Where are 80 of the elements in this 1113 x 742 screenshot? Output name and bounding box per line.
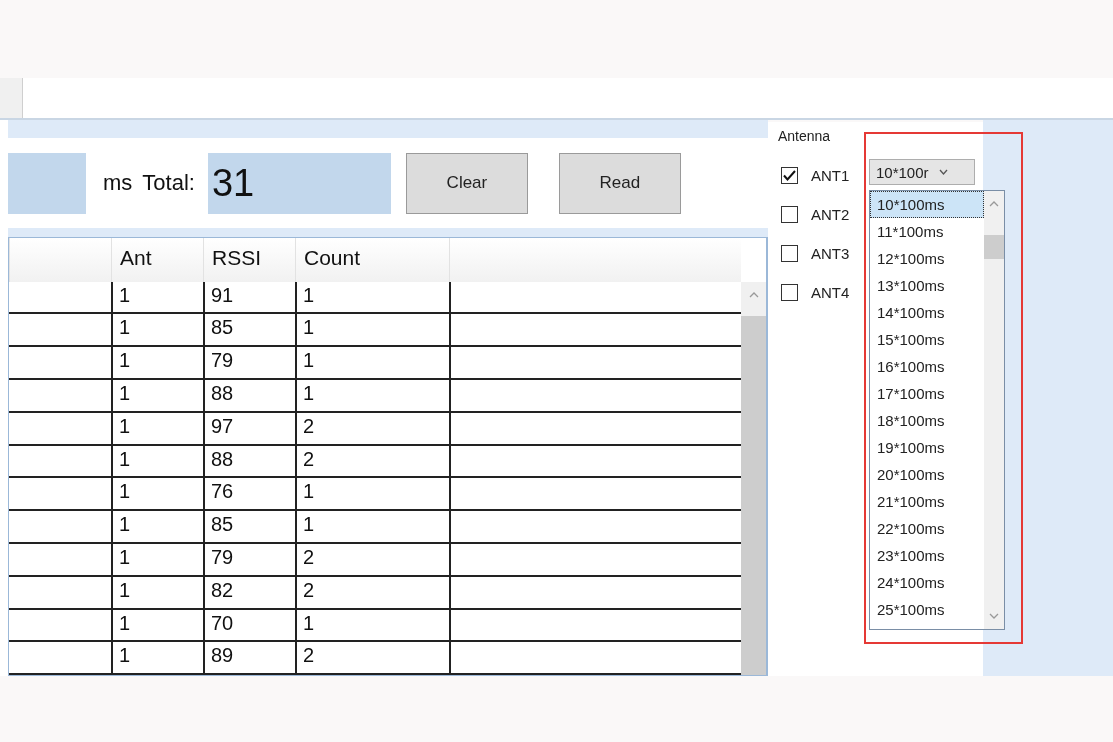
dropdown-option[interactable]: 16*100ms — [870, 353, 984, 380]
dropdown-option[interactable]: 20*100ms — [870, 461, 984, 488]
interval-dropdown[interactable]: 10*100r — [869, 159, 975, 185]
table-cell: 1 — [111, 347, 203, 379]
table-cell: 1 — [111, 642, 203, 674]
table-cell: 1 — [295, 281, 449, 313]
table-cell: 1 — [111, 478, 203, 510]
table-cell: 2 — [295, 543, 449, 575]
checkbox[interactable] — [781, 166, 798, 184]
dropdown-option[interactable]: 11*100ms — [870, 218, 984, 245]
dropdown-option[interactable]: 18*100ms — [870, 407, 984, 434]
chevron-icon — [938, 169, 948, 175]
scroll-up-icon[interactable] — [748, 292, 759, 298]
scroll-thumb[interactable] — [741, 316, 766, 675]
table-cell: 2 — [295, 642, 449, 674]
table-cell: 1 — [295, 380, 449, 411]
scrollbar[interactable] — [741, 238, 766, 675]
dropdown-option[interactable]: 14*100ms — [870, 299, 984, 326]
scroll-up-icon[interactable] — [989, 201, 999, 207]
total-label: Total: — [142, 170, 195, 196]
table-cell: 85 — [203, 314, 295, 346]
dropdown-option[interactable]: 21*100ms — [870, 488, 984, 515]
table-cell: 1 — [111, 412, 203, 444]
table-cell: 1 — [111, 609, 203, 641]
checkbox[interactable] — [781, 244, 798, 262]
table-cell: 79 — [203, 543, 295, 575]
dropdown-option[interactable]: 15*100ms — [870, 326, 984, 353]
dropdown-option[interactable]: 17*100ms — [870, 380, 984, 407]
table-cell: 1 — [111, 380, 203, 411]
checkbox[interactable] — [781, 205, 798, 223]
table-cell: 1 — [295, 347, 449, 379]
dropdown-option[interactable]: 12*100ms — [870, 245, 984, 272]
table-cell: 70 — [203, 609, 295, 641]
checkbox-label: ANT3 — [811, 244, 850, 262]
total-field[interactable]: 31 — [207, 152, 391, 214]
period-field[interactable] — [8, 152, 86, 214]
table-cell: 1 — [111, 576, 203, 608]
dropdown-option[interactable]: 10*100ms — [870, 191, 984, 218]
scroll-thumb[interactable] — [984, 235, 1004, 259]
dropdown-option[interactable]: 13*100ms — [870, 272, 984, 299]
table-cell: 1 — [111, 445, 203, 477]
checkbox-label: ANT2 — [811, 205, 850, 223]
table-cell: 88 — [203, 380, 295, 411]
toolbar-button[interactable]: Read — [558, 152, 681, 214]
table-cell: 1 — [111, 281, 203, 313]
table-cell: 1 — [111, 314, 203, 346]
checkbox-label: ANT1 — [811, 166, 850, 184]
dropdown-option[interactable]: 19*100ms — [870, 434, 984, 461]
table-cell: 89 — [203, 642, 295, 674]
column-header[interactable]: Count — [295, 238, 449, 282]
table-cell: 79 — [203, 347, 295, 379]
table-cell: 1 — [295, 511, 449, 542]
table-cell: 1 — [111, 543, 203, 575]
scroll-down-icon[interactable] — [989, 613, 999, 619]
dropdown-option[interactable]: 25*100ms — [870, 596, 984, 623]
tab[interactable] — [0, 78, 23, 118]
table-cell: 97 — [203, 412, 295, 444]
table-cell: 2 — [295, 412, 449, 444]
checkbox-label: ANT4 — [811, 283, 850, 301]
table-cell: 85 — [203, 511, 295, 542]
checkbox[interactable] — [781, 283, 798, 301]
unit-label: ms — [103, 170, 133, 196]
table-cell: 1 — [295, 609, 449, 641]
table-cell: 88 — [203, 445, 295, 477]
table-cell: 1 — [295, 314, 449, 346]
column-header[interactable]: Ant — [111, 238, 203, 282]
table-cell: 2 — [295, 576, 449, 608]
toolbar-button[interactable]: Clear — [405, 152, 528, 214]
dropdown-option[interactable]: 24*100ms — [870, 569, 984, 596]
dropdown-option[interactable]: 22*100ms — [870, 515, 984, 542]
table-cell: 2 — [295, 445, 449, 477]
column-header[interactable]: RSSI — [203, 238, 295, 282]
table-cell: 91 — [203, 281, 295, 313]
scrollbar[interactable] — [984, 191, 1004, 629]
table-cell: 1 — [111, 511, 203, 542]
table-cell: 1 — [295, 478, 449, 510]
dropdown-option[interactable]: 23*100ms — [870, 542, 984, 569]
group-title: Antenna — [778, 128, 831, 144]
table-cell: 82 — [203, 576, 295, 608]
table-cell: 76 — [203, 478, 295, 510]
